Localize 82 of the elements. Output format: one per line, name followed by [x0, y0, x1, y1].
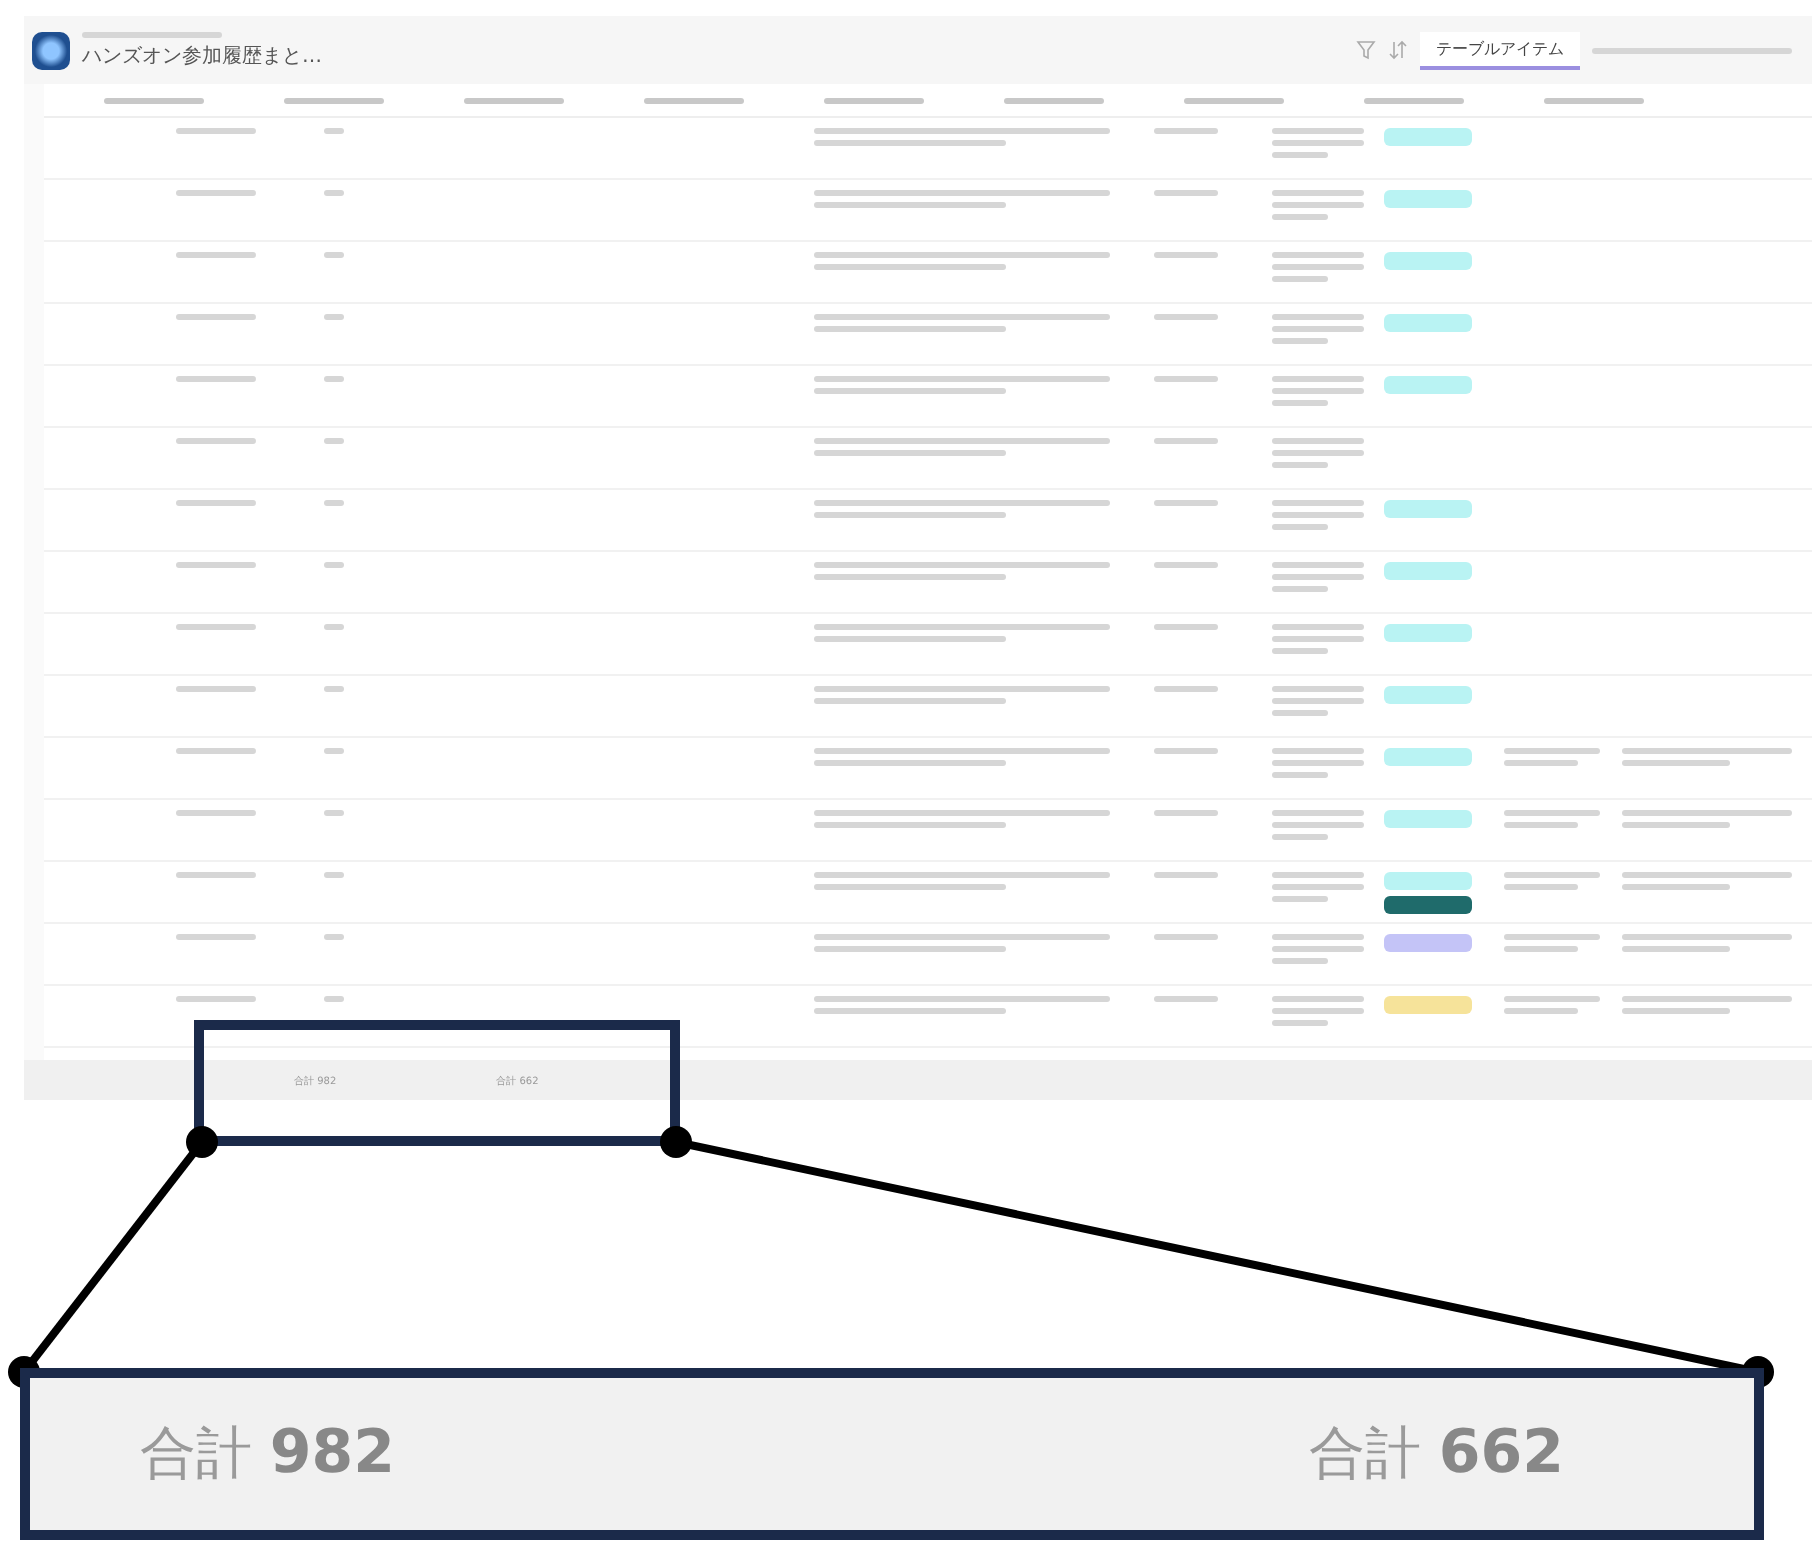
blurred-text-drawing	[1153, 872, 1218, 878]
blurred-text-drawing	[175, 190, 256, 196]
blurred-text-drawing	[1272, 500, 1365, 530]
blurred-text-drawing	[175, 934, 256, 940]
blurred-text-drawing	[1503, 872, 1600, 890]
blurred-text-drawing	[464, 97, 564, 103]
blurred-text-drawing	[1272, 624, 1365, 654]
blurred-text-drawing	[1544, 97, 1644, 103]
blurred-text-drawing	[1272, 438, 1365, 468]
blurred-text-drawing	[175, 562, 256, 568]
blurred-text-drawing	[1272, 748, 1365, 778]
blurred-text-drawing	[1153, 934, 1218, 940]
blurred-text-drawing	[175, 376, 256, 382]
app-icon	[32, 31, 70, 69]
blurred-text-drawing	[1153, 376, 1218, 382]
blurred-text-drawing	[175, 438, 256, 444]
blurred-text-drawing	[1004, 97, 1104, 103]
blurred-text-drawing	[323, 252, 344, 258]
blurred-text-drawing	[175, 128, 256, 134]
blurred-text-drawing	[1272, 686, 1365, 716]
blurred-text-drawing	[1153, 314, 1218, 320]
blurred-text-drawing	[1153, 996, 1218, 1002]
blurred-text-drawing	[1153, 500, 1218, 506]
blurred-text-drawing	[323, 376, 344, 382]
blurred-text-drawing	[1503, 748, 1600, 766]
blurred-text-drawing	[284, 97, 384, 103]
blurred-text-drawing	[175, 996, 256, 1002]
app-title: ハンズオン参加履歴まと…	[82, 43, 322, 69]
blurred-text-drawing	[323, 686, 344, 692]
blurred-text-drawing	[1153, 686, 1218, 692]
blurred-text-drawing	[824, 97, 924, 103]
blurred-text-drawing	[1153, 190, 1218, 196]
blurred-text-drawing	[175, 624, 256, 630]
blurred-text-drawing	[323, 810, 344, 816]
blurred-text-drawing	[82, 31, 222, 37]
blurred-text-drawing	[1272, 314, 1365, 344]
blurred-text-drawing	[175, 686, 256, 692]
blurred-text-drawing	[1272, 996, 1365, 1026]
blurred-text-drawing	[323, 996, 344, 1002]
blurred-text-drawing	[175, 748, 256, 754]
blurred-text-drawing	[644, 97, 744, 103]
view-tab[interactable]: テーブルアイテム	[1420, 31, 1580, 69]
blurred-text-drawing	[1503, 934, 1600, 952]
blurred-text-drawing	[1153, 810, 1218, 816]
blurred-text-drawing	[1272, 810, 1365, 840]
blurred-text-drawing	[1272, 128, 1365, 158]
column-total: 合計 982	[140, 1416, 396, 1492]
blurred-text-drawing	[175, 252, 256, 258]
blurred-text-drawing	[323, 190, 344, 196]
blurred-text-drawing	[175, 810, 256, 816]
blurred-text-drawing	[1153, 252, 1218, 258]
blurred-text-drawing	[175, 500, 256, 506]
blurred-text-drawing	[1503, 996, 1600, 1014]
blurred-text-drawing	[1153, 128, 1218, 134]
blurred-text-drawing	[323, 128, 344, 134]
blurred-text-drawing	[1153, 562, 1218, 568]
blurred-text-drawing	[1272, 190, 1365, 220]
blurred-text-drawing	[323, 438, 344, 444]
blurred-text-drawing	[1153, 624, 1218, 630]
blurred-text-drawing	[1503, 810, 1600, 828]
blurred-text-drawing	[323, 624, 344, 630]
blurred-text-drawing	[1272, 872, 1365, 902]
column-total: 合計 662	[1308, 1416, 1564, 1492]
blurred-text-drawing	[1272, 252, 1365, 282]
blurred-text-drawing	[323, 562, 344, 568]
blurred-text-drawing	[323, 314, 344, 320]
blurred-text-drawing	[1272, 376, 1365, 406]
blurred-text-drawing	[323, 872, 344, 878]
blurred-text-drawing	[175, 314, 256, 320]
blurred-text-drawing	[1153, 748, 1218, 754]
blurred-text-drawing	[323, 748, 344, 754]
blurred-text-drawing	[1272, 934, 1365, 964]
blurred-text-drawing	[323, 500, 344, 506]
blurred-text-drawing	[1364, 97, 1464, 103]
blurred-text-drawing	[1153, 438, 1218, 444]
blurred-text-drawing	[104, 97, 204, 103]
filter-icon[interactable]	[1356, 40, 1376, 60]
blurred-text-drawing	[175, 872, 256, 878]
sort-icon[interactable]	[1388, 40, 1408, 60]
blurred-text-drawing	[323, 934, 344, 940]
blurred-text-drawing	[1184, 97, 1284, 103]
blurred-text-drawing	[1272, 562, 1365, 592]
